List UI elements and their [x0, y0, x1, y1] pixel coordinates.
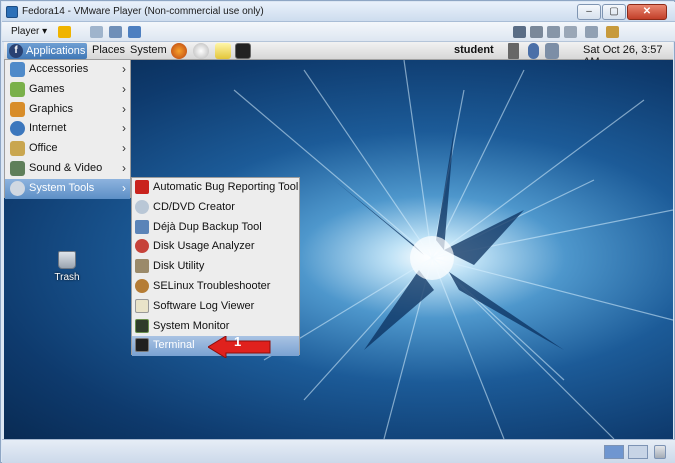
bluetooth-icon[interactable]	[528, 43, 539, 59]
menu-item-label: Disk Utility	[153, 260, 205, 273]
applications-menu-button[interactable]: f Applications	[7, 43, 87, 59]
terminal-icon	[135, 338, 149, 353]
menu-item-label: Graphics	[29, 102, 74, 115]
menu-item-label: Déjà Dup Backup Tool	[153, 220, 262, 233]
cd-dvd-icon	[135, 199, 149, 214]
chevron-right-icon: ›	[122, 160, 126, 175]
system-tools-icon	[10, 180, 25, 196]
office-icon	[10, 141, 25, 157]
menu-item-accessories[interactable]: Accessories ›	[5, 60, 130, 80]
chevron-right-icon: ›	[122, 81, 126, 96]
backup-icon	[135, 219, 149, 234]
minimize-button[interactable]: –	[577, 4, 601, 20]
unity-icon[interactable]	[128, 26, 141, 38]
menu-item-label: System Monitor	[153, 319, 230, 332]
menu-item-disk-usage-analyzer[interactable]: Disk Usage Analyzer	[132, 237, 299, 257]
menu-item-disk-utility[interactable]: Disk Utility	[132, 257, 299, 277]
hard-disk-icon[interactable]	[585, 26, 598, 38]
callout-number: 1	[234, 334, 242, 349]
printer-device-icon[interactable]	[530, 26, 543, 38]
fedora-logo-icon: f	[9, 44, 23, 58]
step-callout: 1	[207, 334, 272, 361]
trash-desktop-icon[interactable]: Trash	[52, 251, 82, 283]
menu-item-internet[interactable]: Internet ›	[5, 119, 130, 139]
vmware-statusbar	[2, 439, 675, 463]
log-viewer-icon	[135, 298, 149, 313]
menu-item-graphics[interactable]: Graphics ›	[5, 100, 130, 120]
menu-item-label: Sound & Video	[29, 161, 103, 174]
chevron-right-icon: ›	[122, 180, 126, 195]
trash-applet-icon[interactable]	[654, 445, 666, 459]
menu-item-label: CD/DVD Creator	[153, 200, 235, 213]
network-icon[interactable]	[545, 43, 559, 59]
full-screen-icon[interactable]	[109, 26, 122, 38]
window-titlebar: Fedora14 - VMware Player (Non-commercial…	[2, 2, 675, 22]
disk-utility-icon	[135, 259, 149, 274]
menu-item-label: Accessories	[29, 63, 89, 75]
firefox-icon[interactable]	[171, 43, 187, 59]
player-menu-button[interactable]: Player ▾	[11, 26, 47, 37]
sound-video-icon	[10, 160, 25, 176]
usb-device-icon[interactable]	[547, 26, 560, 38]
maximize-button[interactable]: ▢	[602, 4, 626, 20]
chevron-right-icon: ›	[122, 141, 126, 156]
bug-report-icon	[135, 180, 149, 194]
messages-icon[interactable]	[606, 26, 619, 38]
chevron-right-icon: ›	[122, 101, 126, 116]
places-menu[interactable]: Places	[92, 44, 125, 56]
workspace-2[interactable]	[628, 445, 648, 459]
menu-item-office[interactable]: Office ›	[5, 139, 130, 159]
window-title: Fedora14 - VMware Player (Non-commercial…	[22, 6, 264, 17]
terminal-launcher-icon[interactable]	[235, 43, 251, 59]
workspace-1[interactable]	[604, 445, 624, 459]
vmware-logo-icon	[6, 6, 18, 18]
network-device-icon[interactable]	[513, 26, 526, 38]
trash-icon	[58, 251, 76, 269]
internet-icon	[10, 121, 25, 137]
graphics-icon	[10, 101, 25, 117]
system-tools-submenu: Automatic Bug Reporting Tool CD/DVD Crea…	[131, 177, 300, 357]
menu-item-automatic-bug-reporting-tool[interactable]: Automatic Bug Reporting Tool	[132, 178, 299, 198]
system-menu[interactable]: System	[130, 44, 167, 56]
games-icon	[10, 81, 25, 97]
applications-menu: Accessories › Games › Graphics › Internet › …	[4, 59, 131, 199]
gnome-top-panel: f Applications Places System student Sat…	[4, 42, 673, 68]
trash-label: Trash	[54, 272, 80, 283]
menu-item-label: Office	[29, 142, 58, 155]
menu-item-sound-video[interactable]: Sound & Video ›	[5, 159, 130, 179]
volume-icon[interactable]	[508, 43, 519, 59]
menu-item-label: Automatic Bug Reporting Tool	[153, 181, 299, 193]
menu-item-system-tools[interactable]: System Tools ›	[5, 178, 130, 199]
chevron-right-icon: ›	[122, 62, 126, 76]
disk-usage-icon	[135, 239, 149, 254]
menu-item-label: Terminal	[153, 339, 195, 352]
applications-label: Applications	[26, 45, 86, 57]
menu-item-label: Software Log Viewer	[153, 299, 255, 312]
evolution-mail-icon[interactable]	[193, 43, 209, 59]
menu-item-software-log-viewer[interactable]: Software Log Viewer	[132, 297, 299, 317]
menu-item-label: Disk Usage Analyzer	[153, 240, 255, 253]
menu-item-games[interactable]: Games ›	[5, 80, 130, 100]
menu-item-system-monitor[interactable]: System Monitor	[132, 317, 299, 337]
pause-icon[interactable]	[58, 26, 71, 38]
vmware-toolbar: Player ▾	[2, 22, 675, 42]
close-button[interactable]: ✕	[627, 4, 667, 20]
menu-item-selinux-troubleshooter[interactable]: SELinux Troubleshooter	[132, 277, 299, 297]
menu-item-label: System Tools	[29, 181, 95, 194]
chevron-right-icon: ›	[122, 121, 126, 136]
send-ctrl-alt-del-icon[interactable]	[90, 26, 103, 38]
sound-device-icon[interactable]	[564, 26, 577, 38]
vmware-window: Fedora14 - VMware Player (Non-commercial…	[0, 0, 675, 463]
selinux-icon	[135, 278, 149, 293]
menu-item-label: Internet	[29, 122, 67, 135]
menu-item-label: SELinux Troubleshooter	[153, 279, 271, 292]
user-name[interactable]: student	[454, 44, 494, 56]
text-editor-icon[interactable]	[215, 43, 231, 59]
menu-item-label: Games	[29, 82, 65, 95]
system-monitor-icon	[135, 318, 149, 333]
menu-item-cd-dvd-creator[interactable]: CD/DVD Creator	[132, 198, 299, 218]
menu-item-deja-dup-backup-tool[interactable]: Déjà Dup Backup Tool	[132, 218, 299, 238]
accessories-icon	[10, 62, 25, 77]
